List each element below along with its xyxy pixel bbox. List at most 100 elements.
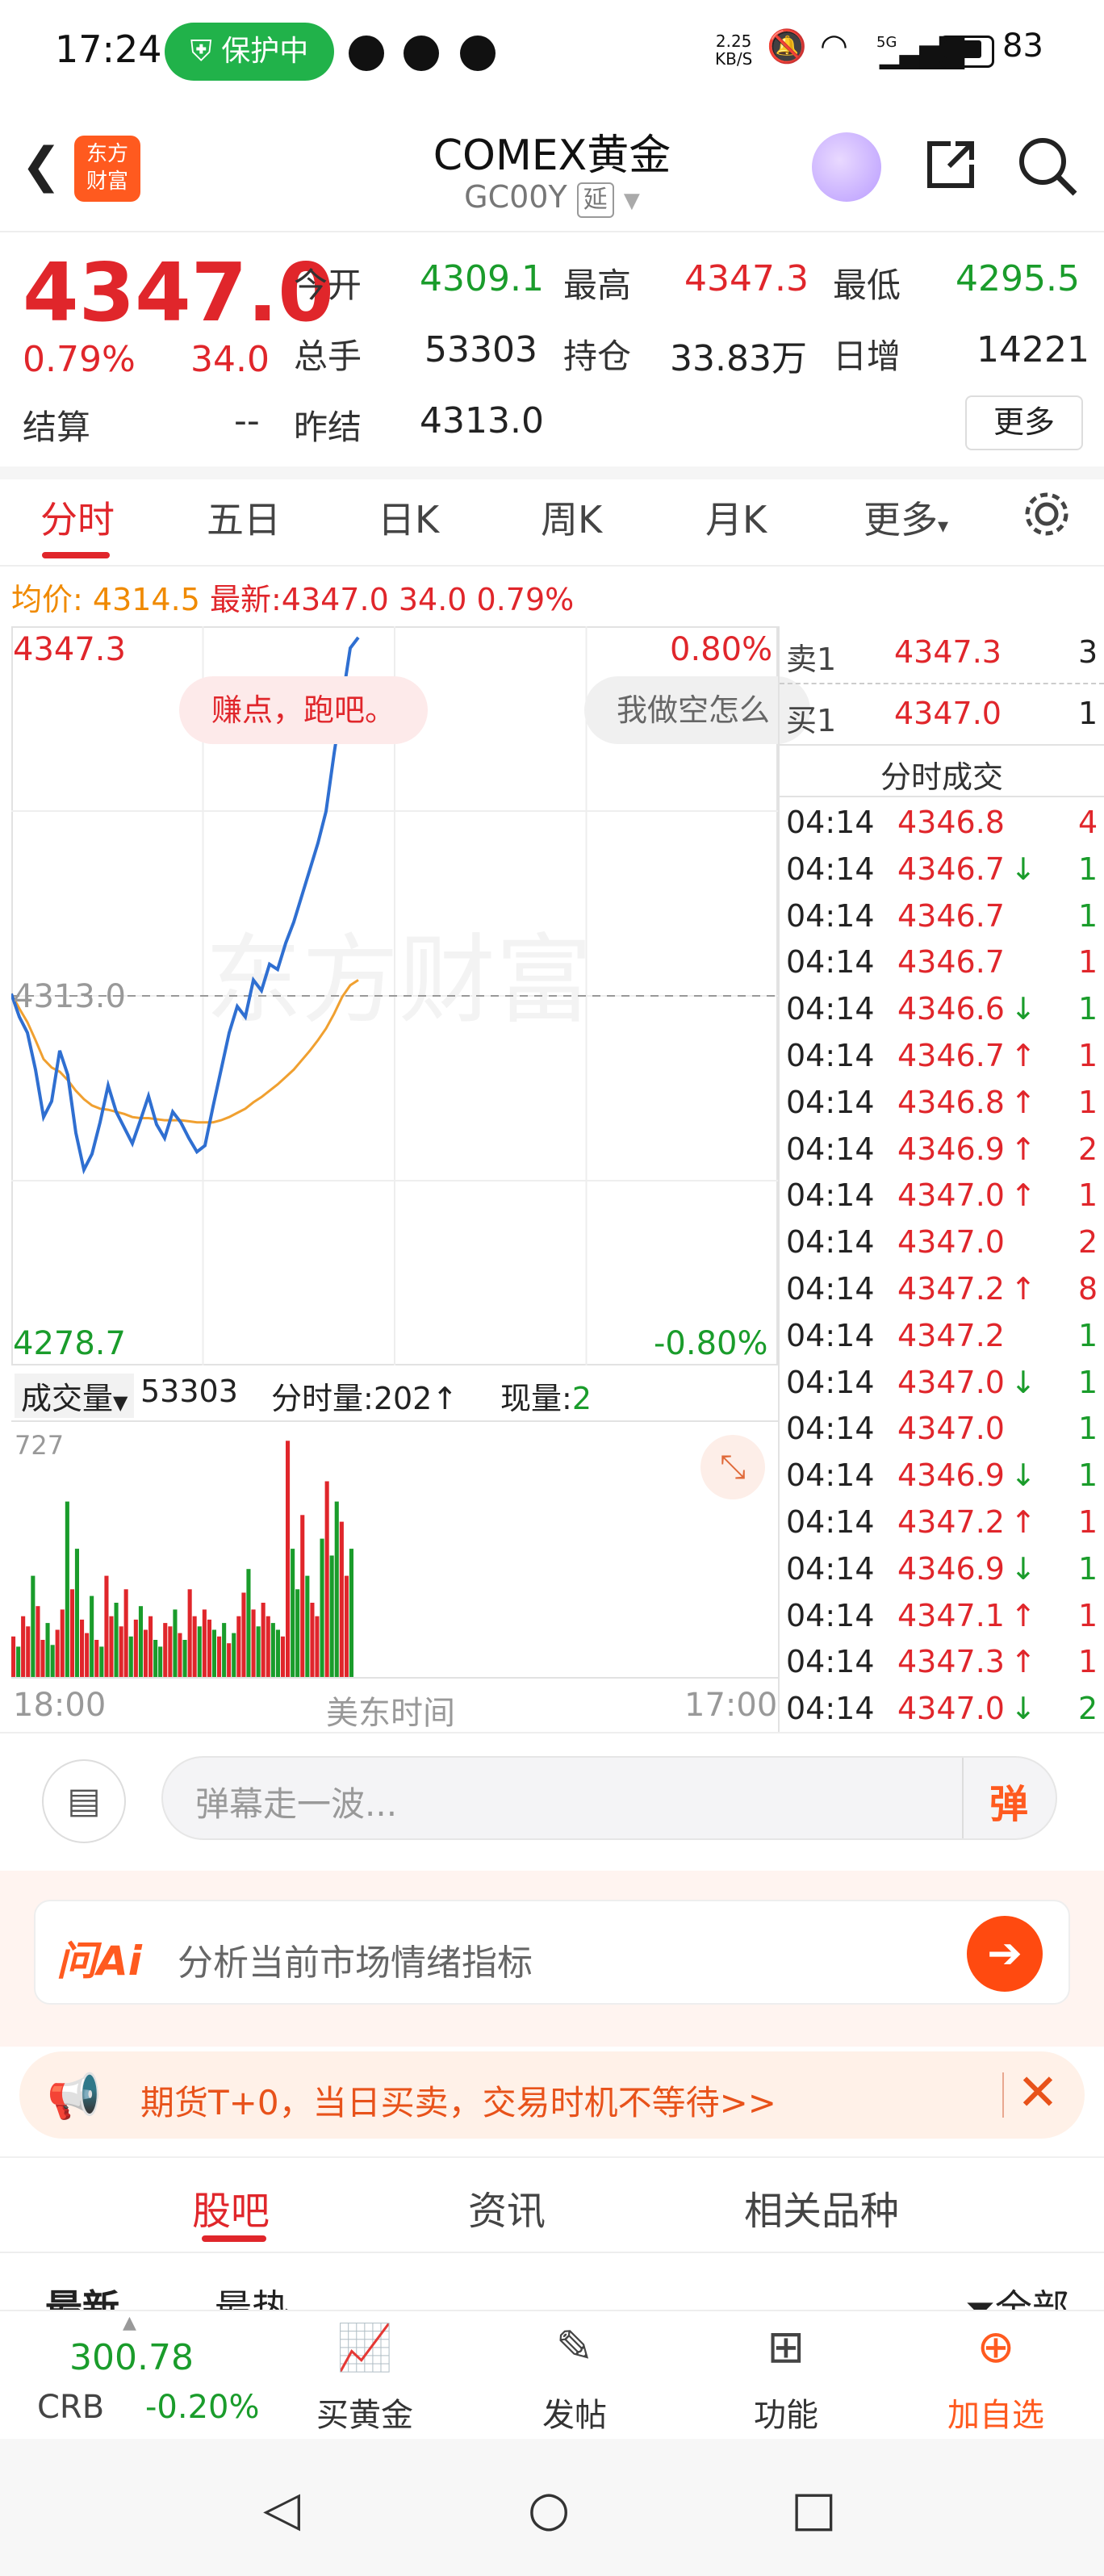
tab-weekly-k[interactable]: 周K <box>541 491 602 544</box>
last-price: 4347.0 <box>23 245 334 340</box>
open-value: 4309.1 <box>420 258 544 299</box>
share-icon[interactable] <box>918 132 983 197</box>
tab-monthly-k[interactable]: 月K <box>705 491 767 544</box>
arrow-right-icon[interactable]: ➔ <box>967 1916 1043 1992</box>
volume-bar <box>119 1626 123 1677</box>
volume-bar <box>241 1592 246 1677</box>
bid-price: 4347.0 <box>894 696 1002 731</box>
home-nav-icon[interactable]: ○ <box>528 2481 570 2537</box>
caret-up-icon: ▲ <box>123 2313 136 2333</box>
ticks-list[interactable]: 04:14 4346.8 4 04:14 4346.7 ↓ 1 04:14 4346.7 1 04:… <box>786 799 1104 1732</box>
close-icon[interactable]: ✕ <box>1017 2063 1059 2122</box>
tab-related[interactable]: 相关品种 <box>744 2179 899 2235</box>
tick-volume: 1 <box>1078 851 1098 887</box>
tab-forum[interactable]: 股吧 <box>192 2179 270 2235</box>
ask-volume: 3 <box>1078 634 1098 670</box>
tick-price: 4346.7 <box>897 897 1005 934</box>
tick-arrow-icon: ↑ <box>1010 1597 1036 1633</box>
volume-bar <box>31 1575 36 1677</box>
comment-divider <box>962 1758 964 1838</box>
tick-arrow-icon: ↑ <box>1010 1504 1036 1540</box>
tick-row: 04:14 4346.8 ↑ 1 <box>786 1079 1104 1126</box>
ask-label: 卖1 <box>786 642 837 677</box>
volume-bar <box>227 1643 232 1677</box>
tick-time: 04:14 <box>786 1364 875 1400</box>
crb-label: CRB <box>37 2389 105 2426</box>
avg-value: 4314.5 <box>92 582 200 617</box>
tab-five-day[interactable]: 五日 <box>207 491 281 544</box>
volume-bar <box>69 1589 74 1677</box>
volume-bar <box>197 1626 202 1677</box>
tab-more[interactable]: 更多▾ <box>864 491 948 544</box>
tick-price: 4346.7 <box>897 944 1005 981</box>
nav-buy-gold[interactable]: 买黄金 <box>284 2389 445 2436</box>
volume-bar <box>202 1609 207 1677</box>
megaphone-icon: 📢 <box>47 2071 102 2122</box>
tick-row: 04:14 4347.2 ↑ 1 <box>786 1499 1104 1545</box>
battery-level: 83 <box>1002 27 1043 65</box>
tab-daily-k[interactable]: 日K <box>378 491 439 544</box>
comment-placeholder: 弹幕走一波... <box>195 1784 398 1824</box>
promo-text: 期货T+0，当日买卖，交易时机不等待>> <box>140 2083 776 2122</box>
shield-icon: ⛨ <box>190 35 222 68</box>
prev-settle-value: 4313.0 <box>420 400 544 441</box>
volume-bar <box>168 1626 173 1677</box>
gear-icon[interactable] <box>1020 487 1073 541</box>
tick-price: 4347.3 <box>897 1644 1005 1680</box>
tick-price: 4347.0 <box>897 1411 1005 1447</box>
tick-row: 04:14 4347.0 ↓ 2 <box>786 1685 1104 1732</box>
nav-functions[interactable]: 功能 <box>705 2389 867 2436</box>
tick-time: 04:14 <box>786 1131 875 1167</box>
danmaku-message[interactable]: 赚点，跑吧。 <box>179 676 429 744</box>
tick-row: 04:14 4347.2 ↑ 8 <box>786 1265 1104 1312</box>
tick-time: 04:14 <box>786 991 875 1027</box>
volume-bar <box>60 1609 65 1677</box>
volume-indicator-label: 成交量 <box>21 1381 114 1416</box>
ai-brand: 问Ai <box>56 1938 142 1984</box>
volume-bar <box>55 1629 60 1677</box>
crb-change: -0.20% <box>145 2389 260 2426</box>
search-icon[interactable] <box>1014 132 1081 200</box>
notification-icon <box>349 36 384 71</box>
danmaku-settings-icon[interactable]: ▤ <box>42 1759 126 1843</box>
volume-bar <box>85 1633 90 1677</box>
high-label: 最高 <box>563 266 632 305</box>
delay-badge: 延 <box>576 182 614 218</box>
ai-analysis-card[interactable]: 问Ai 分析当前市场情绪指标 ➔ <box>34 1900 1070 2005</box>
protect-badge: ⛨ 保护中 <box>165 23 334 81</box>
nav-add-watchlist[interactable]: 加自选 <box>915 2389 1077 2436</box>
danmaku-toggle-button[interactable]: 弹 <box>989 1772 1028 1829</box>
volume-bar <box>246 1569 251 1677</box>
tab-intraday[interactable]: 分时 <box>40 491 115 544</box>
bid-label: 买1 <box>786 703 837 738</box>
danmaku-message[interactable]: 我做空怎么 <box>584 676 810 744</box>
robot-assistant-icon[interactable] <box>812 132 881 202</box>
wifi-icon: ◠ <box>820 27 848 65</box>
volume-bar <box>349 1549 353 1677</box>
crb-value[interactable]: 300.78 <box>69 2337 194 2378</box>
tick-time: 04:14 <box>786 1644 875 1680</box>
open-label: 今开 <box>294 266 362 305</box>
tab-news[interactable]: 资讯 <box>468 2179 546 2235</box>
volume-bar <box>163 1623 168 1677</box>
sub-tab-indicator <box>202 2235 266 2242</box>
tick-price: 4346.9 <box>897 1131 1005 1167</box>
tick-volume: 2 <box>1078 1131 1098 1167</box>
comment-input[interactable]: 弹幕走一波... 弹 <box>161 1756 1057 1840</box>
ticks-divider <box>780 796 1104 797</box>
volume-bar <box>99 1646 104 1677</box>
tick-price: 4346.8 <box>897 1084 1005 1120</box>
recents-nav-icon[interactable]: □ <box>791 2481 837 2537</box>
minute-volume-value: 202 <box>373 1381 433 1416</box>
net-speed-value: 2.25 <box>715 31 752 51</box>
tick-time: 04:14 <box>786 1084 875 1120</box>
tick-time: 04:14 <box>786 1411 875 1447</box>
latest-change-pct: 0.79% <box>476 582 575 617</box>
y-max-label: 4347.3 <box>13 631 126 668</box>
back-nav-icon[interactable]: ◁ <box>263 2481 300 2537</box>
nav-post[interactable]: 发帖 <box>494 2389 655 2436</box>
promo-banner[interactable]: 📢 期货T+0，当日买卖，交易时机不等待>> ✕ <box>19 2051 1085 2139</box>
tick-time: 04:14 <box>786 805 875 840</box>
volume-indicator-selector[interactable]: 成交量▼ <box>15 1374 135 1418</box>
more-quote-button[interactable]: 更多 <box>965 395 1083 450</box>
